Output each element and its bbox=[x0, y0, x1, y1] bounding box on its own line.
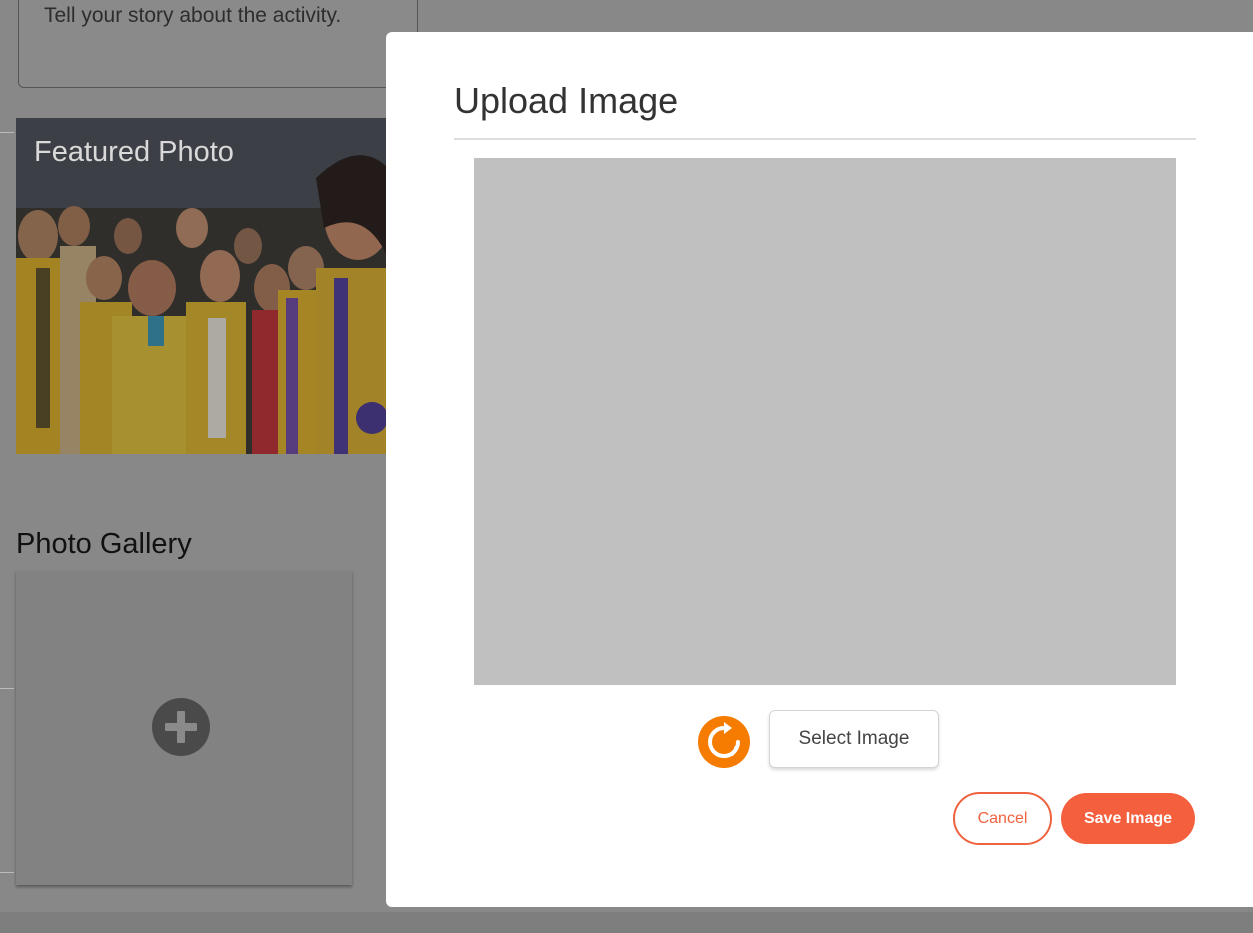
divider bbox=[0, 872, 14, 873]
story-placeholder: Tell your story about the activity. bbox=[44, 4, 342, 27]
cancel-button[interactable]: Cancel bbox=[953, 792, 1052, 845]
save-image-button[interactable]: Save Image bbox=[1061, 793, 1195, 844]
featured-photo-label: Featured Photo bbox=[34, 136, 234, 168]
upload-image-modal: Upload Image Select Image Cancel Save Im… bbox=[386, 32, 1253, 907]
rotate-icon[interactable] bbox=[698, 716, 750, 768]
page-footer-strip bbox=[0, 912, 1253, 933]
divider bbox=[0, 688, 14, 689]
featured-photo[interactable]: Featured Photo bbox=[16, 118, 388, 454]
modal-title: Upload Image bbox=[454, 80, 679, 121]
select-image-button[interactable]: Select Image bbox=[769, 710, 939, 768]
divider bbox=[0, 132, 14, 133]
modal-title-divider bbox=[454, 138, 1196, 140]
photo-gallery-title: Photo Gallery bbox=[16, 528, 192, 560]
plus-circle-icon[interactable] bbox=[152, 698, 210, 756]
image-preview-area[interactable] bbox=[474, 158, 1176, 685]
